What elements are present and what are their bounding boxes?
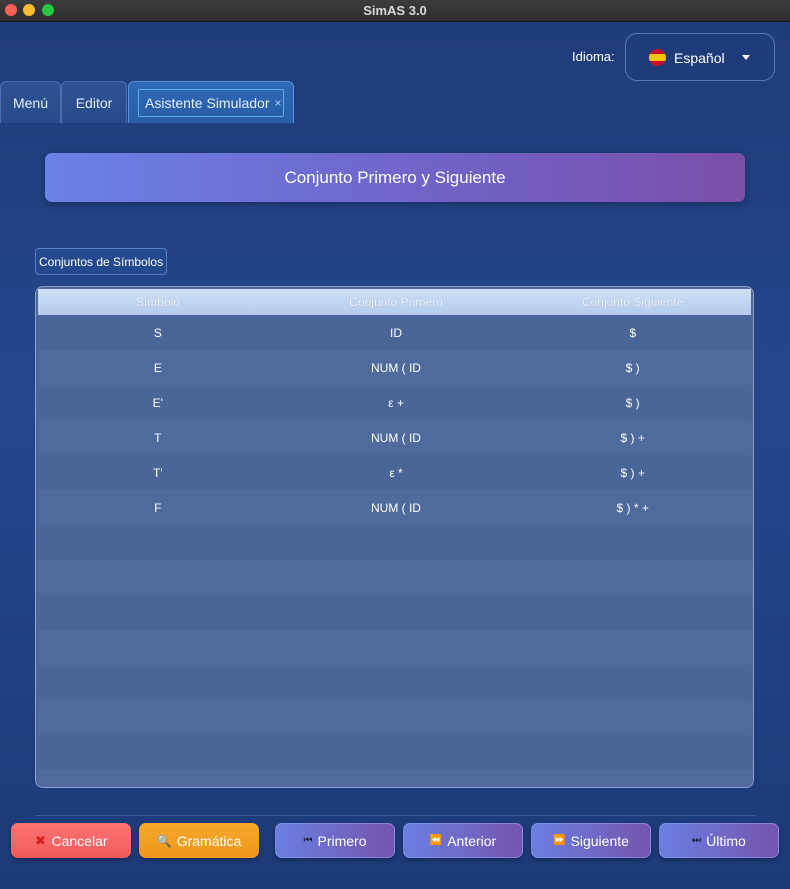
close-tab-icon[interactable]: ×	[275, 96, 282, 110]
skip-back-icon: ⏮	[303, 835, 313, 846]
cell-symbol: S	[153, 325, 162, 340]
symbols-table: Símbolo Conjunto Primero Conjunto Siguie…	[35, 286, 754, 788]
cell-first-set: ε +	[388, 395, 404, 410]
language-label: Idioma:	[572, 49, 615, 64]
cell-symbol: E	[153, 360, 162, 375]
next-button[interactable]: ⏩ Siguiente	[531, 823, 651, 858]
table-row[interactable]: E' ε + $ )	[38, 385, 751, 420]
column-header-symbol[interactable]: Símbolo	[38, 295, 278, 309]
last-button[interactable]: ⏭ Último	[659, 823, 779, 858]
rewind-icon: ⏪	[429, 835, 443, 846]
cell-first-set: NUM ( ID	[370, 360, 421, 375]
first-button-label: Primero	[317, 832, 367, 849]
table-row[interactable]	[38, 560, 751, 595]
cell-follow-set: $ )	[625, 360, 640, 375]
first-button[interactable]: ⏮ Primero	[275, 823, 395, 858]
grammar-button-label: Gramática	[176, 832, 242, 849]
tab-focus-ring: Asistente Simulador ×	[138, 89, 284, 117]
window-title: SimAS 3.0	[363, 3, 427, 18]
cell-follow-set: $	[629, 325, 636, 340]
previous-button-label: Anterior	[447, 832, 497, 849]
language-select[interactable]: Español	[625, 33, 775, 81]
cancel-button-label: Cancelar	[51, 832, 108, 849]
tab-asistente-simulador[interactable]: Asistente Simulador ×	[128, 81, 294, 123]
tab-asistente-label: Asistente Simulador	[145, 95, 270, 111]
cell-follow-set: $ ) * +	[616, 500, 649, 515]
symbol-sets-label: Conjuntos de Símbolos	[35, 248, 168, 275]
table-row[interactable]	[38, 630, 751, 665]
table-row[interactable]: F NUM ( ID $ ) * +	[38, 490, 751, 525]
column-header-follow-set[interactable]: Conjunto Siguiente	[514, 295, 751, 309]
cell-first-set: NUM ( ID	[370, 500, 421, 515]
table-row[interactable]	[38, 595, 751, 630]
grammar-button[interactable]: 🔍 Gramática	[139, 823, 259, 858]
cell-follow-set: $ ) +	[620, 430, 645, 445]
cell-symbol: T	[154, 430, 162, 445]
cancel-button[interactable]: ✖ Cancelar	[11, 823, 131, 858]
cell-follow-set: $ ) +	[620, 465, 645, 480]
cell-first-set: ID	[389, 325, 402, 340]
magnifier-icon: 🔍	[156, 833, 172, 848]
last-button-label: Último	[706, 832, 746, 849]
chevron-down-icon	[742, 55, 750, 60]
divider	[35, 815, 755, 816]
cell-symbol: T'	[153, 465, 163, 480]
cell-follow-set: $ )	[625, 395, 640, 410]
tab-editor-label: Editor	[75, 94, 113, 111]
table-row[interactable]	[38, 700, 751, 735]
tab-editor[interactable]: Editor	[61, 81, 127, 123]
table-row[interactable]: T NUM ( ID $ ) +	[38, 420, 751, 455]
table-row[interactable]	[38, 525, 751, 560]
tab-menu[interactable]: Menú	[0, 81, 61, 123]
table-row[interactable]	[38, 665, 751, 700]
fast-forward-icon: ⏩	[553, 835, 566, 846]
cell-symbol: F	[154, 500, 162, 515]
table-header: Símbolo Conjunto Primero Conjunto Siguie…	[38, 289, 751, 315]
spain-flag-icon	[649, 49, 666, 66]
cell-symbol: E'	[152, 395, 163, 410]
previous-button[interactable]: ⏪ Anterior	[403, 823, 523, 858]
table-row[interactable]	[38, 735, 751, 770]
close-x-icon: ✖	[35, 832, 46, 848]
table-row[interactable]: E NUM ( ID $ )	[38, 350, 751, 385]
column-header-first-set[interactable]: Conjunto Primero	[278, 295, 515, 309]
table-row[interactable]: S ID $	[38, 315, 751, 350]
cell-first-set: ε *	[389, 465, 403, 480]
language-selected-value: Español	[674, 50, 725, 66]
title-bar: SimAS 3.0	[0, 0, 790, 22]
table-row[interactable]	[38, 770, 751, 787]
next-button-label: Siguiente	[570, 832, 629, 849]
tab-menu-label: Menú	[12, 94, 49, 111]
table-body: S ID $ E NUM ( ID $ ) E' ε + $ ) T NUM ( ID $ ) + T'…	[38, 315, 751, 787]
cell-first-set: NUM ( ID	[370, 430, 421, 445]
skip-forward-icon: ⏭	[692, 835, 702, 846]
page-title: Conjunto Primero y Siguiente	[45, 153, 745, 202]
table-row[interactable]: T' ε * $ ) +	[38, 455, 751, 490]
